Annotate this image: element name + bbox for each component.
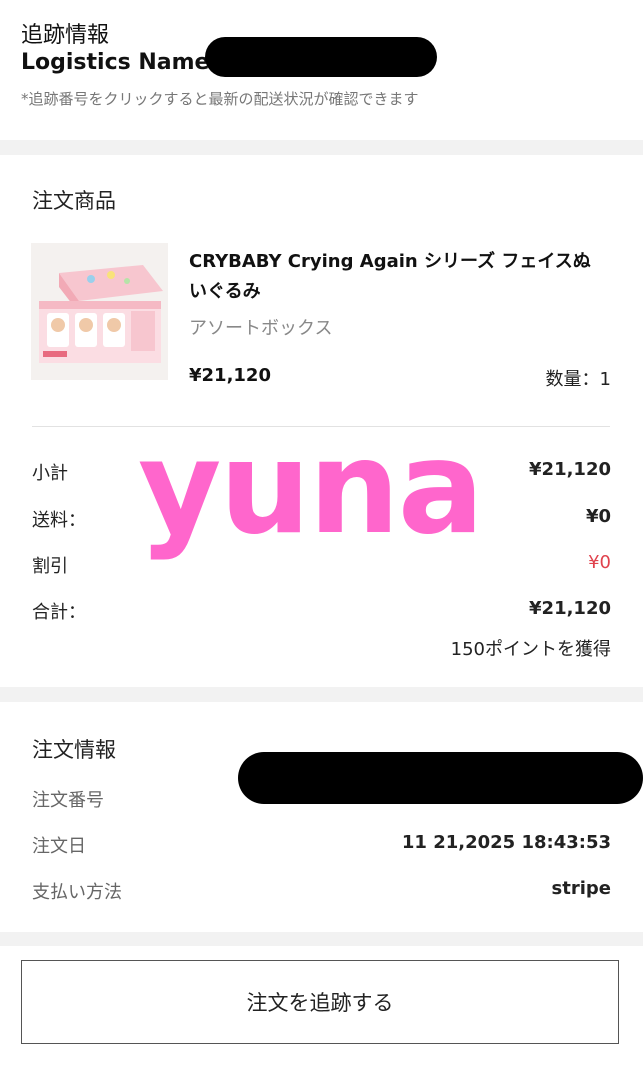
yuna-watermark: yuna [138, 414, 484, 563]
product-image[interactable] [31, 243, 168, 380]
discount-value: ¥0 [588, 552, 611, 573]
payment-method-label: 支払い方法 [32, 882, 122, 903]
track-order-button[interactable]: 注文を追跡する [21, 960, 619, 1044]
product-variant: アソートボックス [189, 318, 333, 339]
items-section-title: 注文商品 [32, 189, 116, 213]
points-earned: 150ポイントを獲得 [450, 639, 611, 660]
redaction-mark [238, 752, 643, 804]
shipping-label: 送料： [32, 510, 86, 531]
tracking-title: 追跡情報 [21, 23, 110, 48]
total-label: 合計： [32, 602, 86, 623]
order-date-value: 11 21,2025 18:43:53 [401, 832, 611, 853]
total-value: ¥21,120 [529, 598, 611, 619]
product-name[interactable]: CRYBABY Crying Again シリーズ フェイスぬいぐるみ [189, 247, 599, 307]
order-info-section: 注文情報 注文番号 注文日 11 21,2025 18:43:53 支払い方法 … [0, 702, 643, 932]
tracking-note: *追跡番号をクリックすると最新の配送状況が確認できます [21, 90, 419, 108]
payment-method-value: stripe [551, 878, 611, 899]
tracking-section: 追跡情報 Logistics Name: S *追跡番号をクリックすると最新の配… [0, 0, 643, 140]
product-box-illustration [31, 243, 168, 380]
discount-label: 割引 [32, 556, 68, 577]
order-date-label: 注文日 [32, 836, 86, 857]
product-quantity: 数量：1 [545, 369, 611, 390]
logistics-label: Logistics Name: [21, 50, 219, 75]
order-number-label: 注文番号 [32, 790, 104, 811]
order-info-title: 注文情報 [32, 738, 116, 762]
redaction-mark [205, 37, 437, 77]
subtotal-value: ¥21,120 [529, 459, 611, 480]
subtotal-label: 小計 [32, 463, 68, 484]
shipping-value: ¥0 [585, 506, 611, 527]
product-price: ¥21,120 [189, 365, 271, 386]
